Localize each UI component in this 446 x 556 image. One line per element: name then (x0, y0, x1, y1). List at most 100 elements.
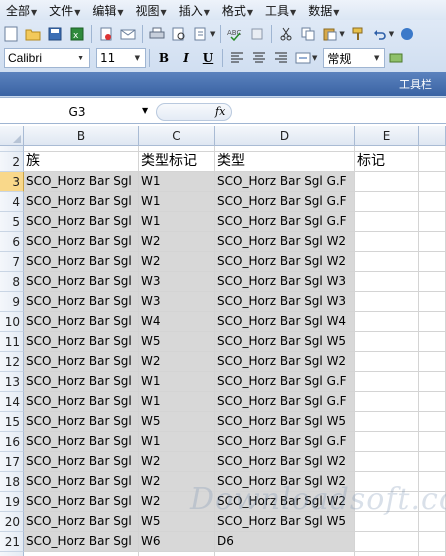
cell[interactable] (419, 292, 446, 312)
column-header-c[interactable]: C (139, 126, 215, 146)
cell-b[interactable]: 族 (24, 152, 139, 172)
cell[interactable] (419, 332, 446, 352)
row-header[interactable]: 19 (0, 492, 24, 512)
cell-d[interactable]: SCO_Horz Bar Sgl W2 (215, 452, 355, 472)
menu-item-5[interactable]: 格式▼ (216, 2, 259, 19)
row-header[interactable]: 21 (0, 532, 24, 552)
cell-d[interactable]: SCO_Horz Bar Sgl W2 (215, 252, 355, 272)
cell-d[interactable] (215, 552, 355, 556)
cell-e[interactable] (355, 192, 419, 212)
cell-b[interactable]: SCO_Horz Bar Sgl (24, 272, 139, 292)
cell-e[interactable] (355, 332, 419, 352)
cell-c[interactable]: W5 (139, 412, 215, 432)
align-center-icon[interactable] (250, 49, 268, 67)
cell-e[interactable]: 标记 (355, 152, 419, 172)
cell[interactable] (419, 172, 446, 192)
print-preview-icon[interactable] (170, 25, 188, 43)
cell-c[interactable]: W1 (139, 432, 215, 452)
cell-d[interactable]: SCO_Horz Bar Sgl W5 (215, 412, 355, 432)
cell[interactable] (419, 212, 446, 232)
cell[interactable] (419, 192, 446, 212)
row-header[interactable]: 14 (0, 392, 24, 412)
cell-d[interactable]: 类型 (215, 152, 355, 172)
column-header-e[interactable]: E (355, 126, 419, 146)
help-icon[interactable] (398, 25, 416, 43)
number-format-select[interactable]: 常规 ▼ (323, 48, 386, 68)
align-left-icon[interactable] (228, 49, 246, 67)
row-header[interactable]: 9 (0, 292, 24, 312)
chevron-down-icon[interactable]: ▼ (389, 30, 394, 38)
cell-c[interactable]: W2 (139, 252, 215, 272)
export-excel-icon[interactable]: x (68, 25, 86, 43)
align-right-icon[interactable] (272, 49, 290, 67)
cell-b[interactable]: SCO_Horz Bar Sgl (24, 372, 139, 392)
row-header[interactable]: 8 (0, 272, 24, 292)
chevron-down-icon[interactable]: ▼ (210, 30, 215, 38)
cell[interactable] (419, 372, 446, 392)
cell[interactable] (419, 452, 446, 472)
cell-c[interactable]: W2 (139, 352, 215, 372)
cell[interactable] (419, 152, 446, 172)
row-header[interactable]: 11 (0, 332, 24, 352)
cell-d[interactable]: SCO_Horz Bar Sgl W4 (215, 312, 355, 332)
column-header-d[interactable]: D (215, 126, 355, 146)
cell-b[interactable]: SCO_Horz Bar Sgl (24, 512, 139, 532)
cell[interactable] (419, 252, 446, 272)
cell[interactable] (419, 432, 446, 452)
cell-c[interactable]: 类型标记 (139, 152, 215, 172)
row-header[interactable]: 4 (0, 192, 24, 212)
cell-e[interactable] (355, 412, 419, 432)
row-header[interactable]: 15 (0, 412, 24, 432)
print-icon[interactable] (148, 25, 166, 43)
cell[interactable] (419, 312, 446, 332)
select-all-corner[interactable] (0, 126, 24, 146)
cell-e[interactable] (355, 392, 419, 412)
row-header[interactable]: 13 (0, 372, 24, 392)
cell-b[interactable]: SCO_Horz Bar Sgl (24, 392, 139, 412)
cell[interactable] (419, 272, 446, 292)
cell-b[interactable]: SCO_Horz Bar Sgl (24, 492, 139, 512)
cell-b[interactable]: SCO_Horz Bar Sgl (24, 532, 139, 552)
cell[interactable] (419, 232, 446, 252)
row-header[interactable]: 17 (0, 452, 24, 472)
cell-e[interactable] (355, 272, 419, 292)
research-icon[interactable] (192, 25, 210, 43)
merge-center-icon[interactable] (294, 49, 312, 67)
cell[interactable] (419, 352, 446, 372)
menu-item-6[interactable]: 工具▼ (259, 2, 302, 19)
open-folder-icon[interactable] (24, 25, 42, 43)
cell-e[interactable] (355, 232, 419, 252)
cell-b[interactable]: SCO_Horz Bar Sgl (24, 192, 139, 212)
cell-b[interactable]: SCO_Horz Bar Sgl (24, 432, 139, 452)
row-header[interactable]: 7 (0, 252, 24, 272)
formula-input[interactable] (234, 103, 446, 121)
row-header[interactable]: 2 (0, 152, 24, 172)
menu-item-7[interactable]: 数据▼ (302, 2, 345, 19)
paste-icon[interactable] (321, 25, 339, 43)
proofing-icon[interactable] (248, 25, 266, 43)
cell-d[interactable]: SCO_Horz Bar Sgl W5 (215, 332, 355, 352)
cell-c[interactable]: W4 (139, 312, 215, 332)
cell-c[interactable]: W3 (139, 272, 215, 292)
email-icon[interactable] (119, 25, 137, 43)
cell-c[interactable]: W2 (139, 232, 215, 252)
cell-d[interactable]: SCO_Horz Bar Sgl G.F (215, 392, 355, 412)
cell[interactable] (419, 532, 446, 552)
menu-item-3[interactable]: 视图▼ (130, 2, 173, 19)
cell-b[interactable] (24, 552, 139, 556)
cell-d[interactable]: D6 (215, 532, 355, 552)
cell-d[interactable]: SCO_Horz Bar Sgl W2 (215, 232, 355, 252)
chevron-down-icon[interactable]: ▼ (142, 106, 148, 115)
cell-b[interactable]: SCO_Horz Bar Sgl (24, 312, 139, 332)
cell-d[interactable]: SCO_Horz Bar Sgl G.F (215, 172, 355, 192)
cell-b[interactable]: SCO_Horz Bar Sgl (24, 252, 139, 272)
row-header[interactable]: 6 (0, 232, 24, 252)
row-header[interactable]: 22 (0, 552, 24, 556)
row-header[interactable]: 10 (0, 312, 24, 332)
cell-d[interactable]: SCO_Horz Bar Sgl G.F (215, 212, 355, 232)
cell-c[interactable]: W1 (139, 192, 215, 212)
cell-e[interactable] (355, 352, 419, 372)
column-header[interactable] (419, 126, 446, 146)
cell-d[interactable]: SCO_Horz Bar Sgl W3 (215, 292, 355, 312)
permission-icon[interactable] (97, 25, 115, 43)
